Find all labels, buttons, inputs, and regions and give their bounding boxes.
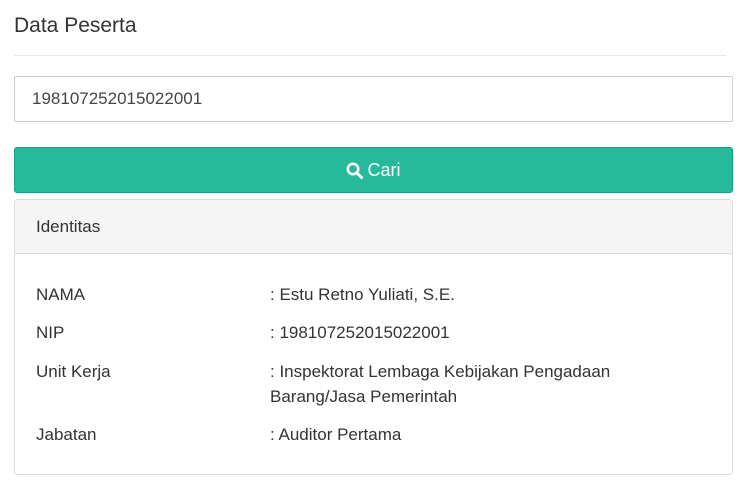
- search-button-label: Cari: [367, 159, 401, 180]
- nip-value: : 198107252015022001: [270, 323, 450, 342]
- unit-kerja-value: : Inspektorat Lembaga Kebijakan Pengadaa…: [270, 362, 611, 406]
- identity-panel: Identitas NAMA : Estu Retno Yuliati, S.E…: [14, 199, 733, 475]
- search-button[interactable]: Cari: [14, 147, 733, 193]
- page-title: Data Peserta: [14, 14, 137, 37]
- jabatan-value: : Auditor Pertama: [270, 425, 402, 444]
- nama-label: NAMA: [36, 285, 86, 304]
- unit-kerja-label: Unit Kerja: [36, 362, 111, 381]
- panel-heading: Identitas: [15, 200, 732, 254]
- nama-value: : Estu Retno Yuliati, S.E.: [270, 285, 455, 304]
- jabatan-label: Jabatan: [36, 425, 97, 444]
- search-input[interactable]: [14, 76, 733, 122]
- search-icon: [346, 162, 364, 179]
- title-divider: [14, 55, 726, 56]
- nip-label: NIP: [36, 323, 65, 342]
